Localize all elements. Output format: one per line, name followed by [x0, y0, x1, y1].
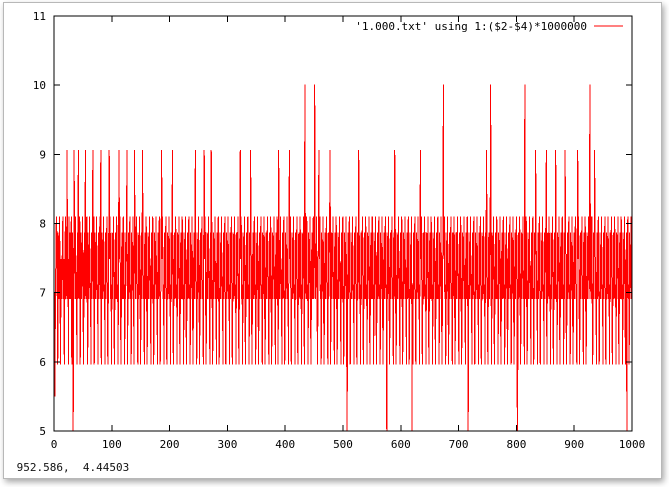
y-tick-label: 11 — [33, 10, 46, 23]
y-tick-label: 8 — [39, 218, 46, 231]
x-tick-label: 900 — [564, 438, 584, 451]
series-line — [53, 84, 633, 432]
x-tick-label: 400 — [275, 438, 295, 451]
x-tick-label: 100 — [102, 438, 122, 451]
y-tick-label: 10 — [33, 79, 46, 92]
status-bar: 952.586, 4.44503 — [10, 461, 130, 474]
y-tick-label: 9 — [39, 148, 46, 161]
x-tick-label: 0 — [51, 438, 58, 451]
legend-label: '1.000.txt' using 1:($2-$4)*1000000 — [355, 20, 587, 33]
y-tick-label: 6 — [39, 356, 46, 369]
line-chart[interactable]: 0 100 200 300 400 500 600 700 800 900 1000 5 6 7 8 9 10 1… — [4, 3, 661, 478]
x-tick-label: 600 — [391, 438, 411, 451]
x-tick-label: 500 — [333, 438, 353, 451]
x-tick-label: 200 — [160, 438, 180, 451]
x-tick-label: 300 — [217, 438, 237, 451]
y-tick-label: 5 — [39, 425, 46, 438]
y-tick-label: 7 — [39, 287, 46, 300]
x-tick-label: 800 — [506, 438, 526, 451]
x-tick-label: 1000 — [619, 438, 646, 451]
gnuplot-window: 0 100 200 300 400 500 600 700 800 900 1000 5 6 7 8 9 10 1… — [3, 2, 662, 479]
x-tick-label: 700 — [449, 438, 469, 451]
